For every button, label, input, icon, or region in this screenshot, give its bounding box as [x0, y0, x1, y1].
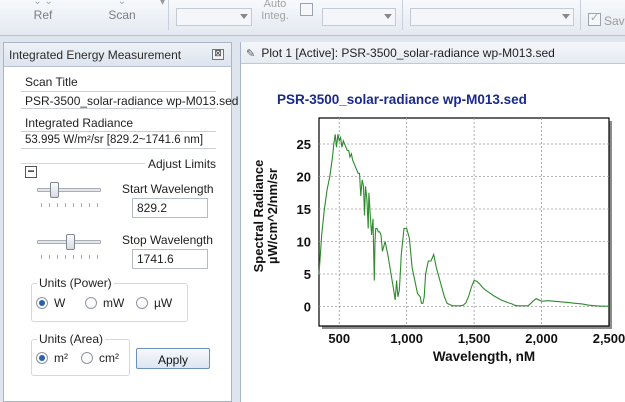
toolbar: ⌄ ⌄ Ref ⌄ Scan ▾ Auto Integ. ✓ Save [0, 0, 625, 36]
collapse-icon[interactable]: − [25, 165, 37, 178]
radio-area-cm2[interactable] [81, 352, 93, 364]
x-tick-label: 2,000 [525, 331, 558, 346]
plot-pen-icon: ✎ [246, 47, 256, 60]
chart-title: PSR-3500_solar-radiance wp-M013.sed [277, 92, 527, 107]
toolbar-combo-1[interactable] [176, 8, 252, 26]
integrated-radiance-value: 53.995 W/m²/sr [829.2~1741.6 nm] [25, 134, 204, 146]
stop-slider-thumb[interactable] [66, 234, 75, 250]
stop-wavelength-input[interactable]: 1741.6 [132, 249, 208, 269]
x-tick-label: 1,500 [458, 331, 491, 346]
ref-label: Ref [33, 8, 53, 22]
x-axis-label: Wavelength, nM [433, 349, 535, 364]
scan-icon: ⌄ [117, 0, 127, 7]
integrated-radiance-label: Integrated Radiance [25, 116, 134, 130]
plot-area[interactable]: 500 1,000 1,500 2,000 2,500 0 5 10 15 20 25 PSR-350… [251, 72, 625, 372]
save-checkbox[interactable]: ✓ [588, 11, 601, 26]
radio-power-mw[interactable] [85, 297, 97, 309]
y-axis-unit-label: µW/cm^2/nm/sr [265, 168, 280, 264]
start-slider-ticks [41, 203, 99, 207]
auto-integ-toggle[interactable]: Auto Integ. [260, 0, 290, 22]
check-icon: ✓ [590, 11, 600, 24]
toolbar-separator [580, 0, 581, 30]
auto-integ-line1: Auto [263, 0, 287, 10]
toolbar-combo-3[interactable] [410, 8, 574, 26]
stop-wavelength-label: Stop Wavelength [122, 233, 213, 247]
ref-icon: ⌄ ⌄ [33, 0, 53, 7]
chevron-down-icon [562, 14, 570, 19]
toolbar-combo-2[interactable] [322, 8, 396, 26]
power-uw-label: µW [154, 296, 173, 310]
toolbar-separator [168, 0, 169, 30]
y-tick-label: 5 [304, 267, 311, 282]
integrated-energy-panel: Integrated Energy Measurement ⊠ Scan Tit… [3, 42, 238, 402]
start-wavelength-label: Start Wavelength [122, 182, 214, 196]
start-slider-thumb[interactable] [50, 182, 59, 198]
panel-title-bar: Integrated Energy Measurement ⊠ [4, 43, 231, 67]
auto-integ-line2: Integ. [261, 10, 289, 22]
y-tick-label: 10 [297, 235, 311, 250]
start-slider-track[interactable] [37, 188, 101, 192]
scan-label: Scan [108, 8, 136, 22]
x-tick-label: 500 [328, 331, 350, 346]
apply-button[interactable]: Apply [136, 348, 210, 369]
units-area-label: Units (Area) [37, 332, 106, 346]
chevron-down-icon [384, 14, 392, 19]
units-power-label: Units (Power) [37, 276, 114, 290]
y-tick-label: 20 [297, 170, 311, 185]
chevron-down-icon [240, 14, 248, 19]
y-tick-label: 15 [297, 202, 311, 217]
spectrum-chart[interactable]: 500 1,000 1,500 2,000 2,500 0 5 10 15 20 25 PSR-350… [251, 72, 625, 372]
save-label: Save [604, 14, 625, 28]
plot-panel: ✎ Plot 1 [Active]: PSR-3500_solar-radian… [240, 42, 625, 402]
start-wavelength-input[interactable]: 829.2 [132, 198, 208, 218]
scan-dropdown-icon[interactable]: ▾ [160, 0, 165, 8]
y-tick-label: 25 [297, 137, 311, 152]
scan-title-value: PSR-3500_solar-radiance wp-M013.sed [25, 94, 239, 108]
power-w-label: W [54, 296, 66, 310]
close-icon[interactable]: ⊠ [212, 49, 224, 60]
toolbar-separator [402, 0, 403, 30]
radio-power-uw[interactable] [136, 297, 148, 309]
plot-tab-title: Plot 1 [Active]: PSR-3500_solar-radiance… [261, 46, 555, 60]
panel-title: Integrated Energy Measurement [9, 48, 182, 62]
stop-slider-ticks [41, 255, 99, 259]
radio-area-m2[interactable] [36, 352, 48, 364]
plot-frame [318, 117, 610, 327]
plot-tab-bar[interactable]: ✎ Plot 1 [Active]: PSR-3500_solar-radian… [241, 42, 625, 64]
power-mw-label: mW [103, 296, 125, 310]
auto-integ-checkbox[interactable] [300, 3, 313, 16]
area-m2-label: m² [54, 351, 68, 365]
y-tick-label: 0 [304, 300, 311, 315]
scan-title-label: Scan Title [25, 75, 78, 89]
area-cm2-label: cm² [99, 351, 119, 365]
scan-button[interactable]: ⌄ Scan [104, 0, 140, 22]
ref-button[interactable]: ⌄ ⌄ Ref [28, 0, 58, 22]
radio-power-w[interactable] [36, 297, 48, 309]
y-axis-label: Spectral Radiance [251, 160, 266, 273]
adjust-limits-label: Adjust Limits [145, 157, 220, 171]
x-tick-label: 1,000 [390, 331, 423, 346]
scan-title-box: PSR-3500_solar-radiance wp-M013.sed [21, 91, 238, 109]
integrated-radiance-box: 53.995 W/m²/sr [829.2~1741.6 nm] [21, 131, 216, 149]
x-tick-label: 2,500 [593, 331, 625, 346]
